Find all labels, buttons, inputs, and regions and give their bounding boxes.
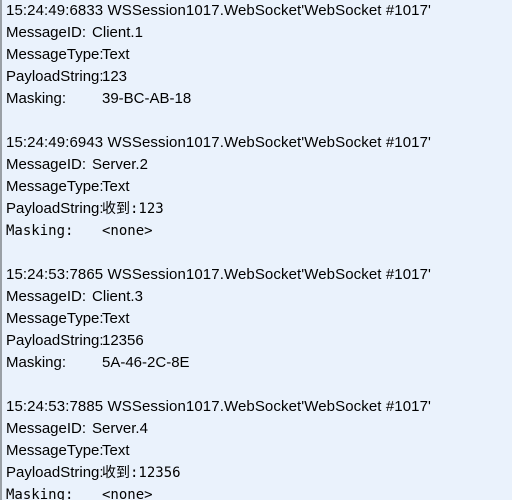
field-label-masking: Masking: (6, 90, 67, 107)
log-entry-header: 15:24:49:6833 WSSession1017.WebSocket'We… (6, 2, 432, 19)
log-field-payload-string: PayloadString: 收到:123 (2, 198, 512, 220)
log-field-message-id: MessageID: Server.2 (2, 154, 512, 176)
log-field-message-type: MessageType: Text (2, 308, 512, 330)
field-label-message-type: MessageType: (6, 178, 104, 195)
field-value-message-id: Client.3 (92, 288, 143, 305)
field-label-message-id: MessageID: (6, 156, 87, 173)
field-value-payload-string: 收到:123 (102, 201, 164, 217)
field-label-masking: Masking: (6, 354, 67, 371)
log-field-masking: Masking: 5A-46-2C-8E (2, 352, 512, 374)
log-field-payload-string: PayloadString: 12356 (2, 330, 512, 352)
field-label-message-type: MessageType: (6, 46, 104, 63)
log-entry-block[interactable]: 15:24:53:7865 WSSession1017.WebSocket'We… (2, 264, 512, 374)
field-label-message-id: MessageID: (6, 420, 87, 437)
field-value-message-id: Server.2 (92, 156, 148, 173)
log-entry-header: 15:24:53:7885 WSSession1017.WebSocket'We… (6, 398, 432, 415)
field-value-payload-string: 12356 (102, 332, 144, 349)
field-label-payload-string: PayloadString: (6, 332, 104, 349)
field-value-message-type: Text (102, 442, 130, 459)
log-field-message-type: MessageType: Text (2, 440, 512, 462)
websocket-log-panel[interactable]: 15:24:49:6833 WSSession1017.WebSocket'We… (0, 0, 512, 500)
log-field-payload-string: PayloadString: 123 (2, 66, 512, 88)
field-value-masking: 5A-46-2C-8E (102, 354, 190, 371)
log-field-masking: Masking: <none> (2, 220, 512, 242)
log-field-masking: Masking: <none> (2, 484, 512, 500)
field-value-message-type: Text (102, 46, 130, 63)
log-field-masking: Masking: 39-BC-AB-18 (2, 88, 512, 110)
field-value-payload-string: 123 (102, 68, 128, 85)
field-value-message-id: Client.1 (92, 24, 143, 41)
field-label-payload-string: PayloadString: (6, 464, 104, 481)
field-value-masking: <none> (102, 223, 153, 239)
field-value-payload-string: 收到:12356 (102, 465, 181, 481)
log-entry-block[interactable]: 15:24:53:7885 WSSession1017.WebSocket'We… (2, 396, 512, 500)
block-separator (2, 110, 512, 132)
field-label-message-type: MessageType: (6, 310, 104, 327)
field-label-message-id: MessageID: (6, 24, 87, 41)
field-value-message-type: Text (102, 310, 130, 327)
log-entry-header: 15:24:53:7865 WSSession1017.WebSocket'We… (6, 266, 432, 283)
block-separator (2, 242, 512, 264)
field-value-masking: 39-BC-AB-18 (102, 90, 192, 107)
log-field-message-type: MessageType: Text (2, 176, 512, 198)
log-field-message-id: MessageID: Client.1 (2, 22, 512, 44)
log-entry-block[interactable]: 15:24:49:6833 WSSession1017.WebSocket'We… (2, 0, 512, 110)
field-label-payload-string: PayloadString: (6, 68, 104, 85)
field-value-message-id: Server.4 (92, 420, 148, 437)
field-value-message-type: Text (102, 178, 130, 195)
block-separator (2, 374, 512, 396)
field-label-masking: Masking: (6, 223, 74, 239)
log-field-message-id: MessageID: Server.4 (2, 418, 512, 440)
log-field-message-type: MessageType: Text (2, 44, 512, 66)
field-label-message-id: MessageID: (6, 288, 87, 305)
field-label-message-type: MessageType: (6, 442, 104, 459)
log-field-message-id: MessageID: Client.3 (2, 286, 512, 308)
field-label-masking: Masking: (6, 487, 74, 500)
field-label-payload-string: PayloadString: (6, 200, 104, 217)
log-field-payload-string: PayloadString: 收到:12356 (2, 462, 512, 484)
field-value-masking: <none> (102, 487, 153, 500)
log-entry-block[interactable]: 15:24:49:6943 WSSession1017.WebSocket'We… (2, 132, 512, 242)
log-entry-header: 15:24:49:6943 WSSession1017.WebSocket'We… (6, 134, 432, 151)
